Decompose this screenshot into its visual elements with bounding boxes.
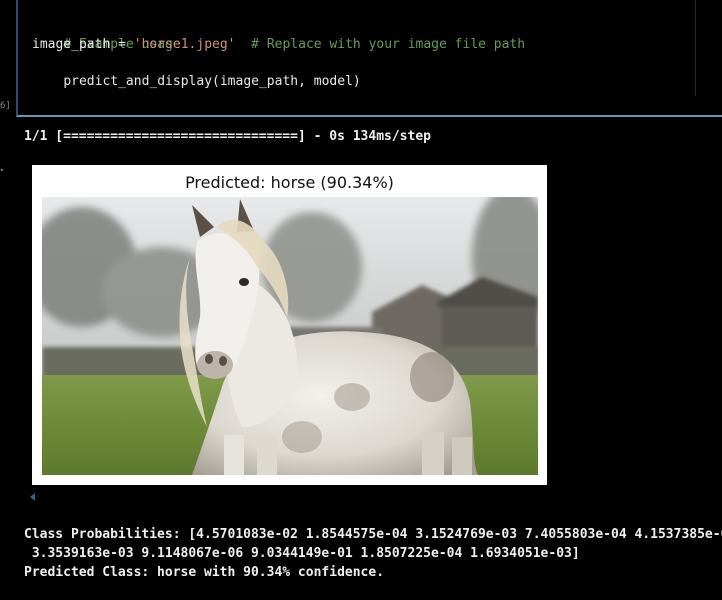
class-probabilities-line-1: Class Probabilities: [4.5701083e-02 1.85… (24, 527, 722, 542)
code-inline-comment: # Replace with your image file path (235, 37, 526, 52)
horse-photo (42, 197, 538, 475)
execution-count: 6] (0, 101, 11, 111)
cell-scroll-edge (695, 0, 696, 96)
code-variable: image_path (32, 37, 111, 52)
prediction-figure: Predicted: horse (90.34%) (32, 165, 547, 485)
code-line-3: predict_and_display(image_path, model) (32, 55, 361, 109)
predicted-class-text: Predicted Class: horse with 90.34% confi… (24, 565, 385, 580)
notebook-view: 6] # Example usage image_path = 'horse1.… (0, 0, 722, 600)
code-operator: = (110, 37, 134, 52)
code-call: predict_and_display(image_path, model) (63, 74, 361, 89)
collapse-arrow-icon[interactable] (30, 493, 35, 501)
code-string: 'horse1.jpeg' (133, 37, 236, 52)
figure-title: Predicted: horse (90.34%) (185, 173, 394, 192)
code-line-2: image_path = 'horse1.jpeg' # Replace wit… (32, 36, 525, 54)
class-probabilities-line-2: 3.3539163e-03 9.1148067e-06 9.0344149e-0… (24, 546, 580, 561)
progress-output: 1/1 [==============================] - 0… (24, 129, 431, 144)
output-marker-icon: ▸ (0, 165, 5, 174)
